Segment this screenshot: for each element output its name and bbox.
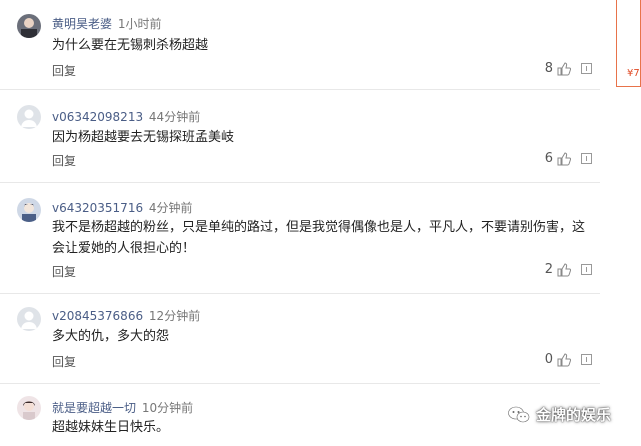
- username[interactable]: v20845376866: [52, 309, 143, 323]
- comment-meta: 黄明昊老婆 1小时前: [52, 15, 161, 32]
- reply-button[interactable]: 回复: [52, 152, 76, 169]
- user-avatar[interactable]: [17, 14, 41, 38]
- timestamp: 4分钟前: [148, 201, 193, 215]
- reply-button[interactable]: 回复: [52, 353, 76, 370]
- like-group: 6: [545, 151, 592, 166]
- sidebar-product-card[interactable]: ¥7: [616, 0, 641, 87]
- reply-button[interactable]: 回复: [52, 263, 76, 280]
- timestamp: 1小时前: [117, 17, 162, 31]
- comment-meta: v06342098213 44分钟前: [52, 108, 200, 125]
- like-group: 2: [545, 262, 592, 277]
- username[interactable]: v06342098213: [52, 110, 143, 124]
- user-avatar[interactable]: [17, 396, 41, 420]
- like-group: 0: [545, 352, 592, 367]
- user-avatar[interactable]: [17, 307, 41, 331]
- comment-meta: v64320351716 4分钟前: [52, 199, 193, 216]
- like-count: 0: [544, 352, 553, 367]
- timestamp: 44分钟前: [148, 110, 201, 124]
- comment-item: v06342098213 44分钟前 因为杨超越要去无锡探班孟美岐 回复 6: [0, 89, 600, 183]
- thumbs-up-icon[interactable]: [557, 262, 571, 277]
- username[interactable]: 就是要超越一切: [52, 401, 136, 415]
- thumbs-up-icon[interactable]: [557, 352, 571, 367]
- comment-text: 我不是杨超越的粉丝，只是单纯的路过，但是我觉得偶像也是人，平凡人，不要请别伤害，…: [52, 220, 586, 256]
- wechat-icon: [508, 406, 530, 422]
- username[interactable]: 黄明昊老婆: [52, 17, 112, 31]
- thumbs-up-icon[interactable]: [557, 151, 571, 166]
- report-icon[interactable]: [581, 264, 592, 275]
- watermark-text: 金牌的娱乐: [536, 406, 612, 424]
- comment-item: 黄明昊老婆 1小时前 为什么要在无锡刺杀杨超越 回复 8: [0, 0, 600, 90]
- user-avatar[interactable]: [17, 198, 41, 222]
- comment-item: v64320351716 4分钟前 我不是杨超越的粉丝，只是单纯的路过，但是我觉…: [0, 182, 600, 294]
- username[interactable]: v64320351716: [52, 201, 143, 215]
- timestamp: 12分钟前: [148, 309, 201, 323]
- report-icon[interactable]: [581, 354, 592, 365]
- comment-text: 因为杨超越要去无锡探班孟美岐: [52, 130, 235, 145]
- like-count: 6: [544, 151, 553, 166]
- like-group: 8: [545, 61, 592, 76]
- comment-text: 为什么要在无锡刺杀杨超越: [52, 38, 209, 53]
- reply-button[interactable]: 回复: [52, 62, 76, 79]
- comment-meta: 就是要超越一切 10分钟前: [52, 399, 193, 416]
- like-count: 2: [544, 262, 553, 277]
- comment-item: v20845376866 12分钟前 多大的仇，多大的怨 回复 0: [0, 293, 600, 384]
- thumbs-up-icon[interactable]: [557, 61, 571, 76]
- timestamp: 10分钟前: [141, 401, 194, 415]
- report-icon[interactable]: [581, 153, 592, 164]
- comment-text: 多大的仇，多大的怨: [52, 329, 170, 344]
- comment-meta: v20845376866 12分钟前: [52, 307, 200, 324]
- watermark: 金牌的娱乐: [508, 404, 611, 425]
- report-icon[interactable]: [581, 63, 592, 74]
- user-avatar[interactable]: [17, 105, 41, 129]
- price-fragment: ¥7: [627, 68, 640, 79]
- like-count: 8: [544, 61, 553, 76]
